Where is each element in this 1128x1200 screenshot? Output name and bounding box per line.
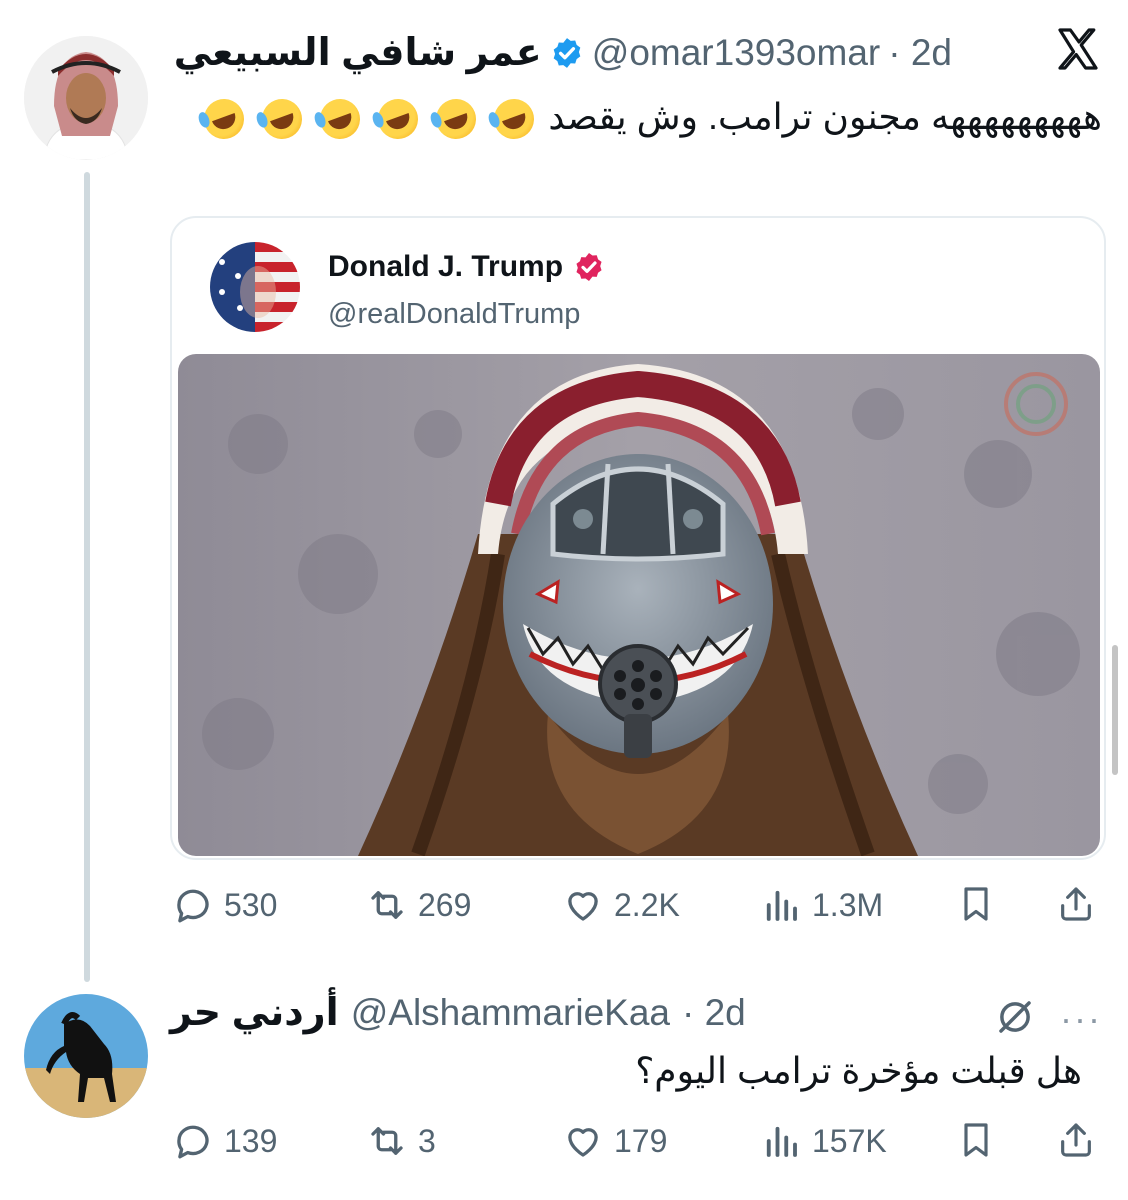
rolling-on-floor-laughing-emoji-icon — [372, 93, 424, 146]
fighter-jet-face-meme-image[interactable] — [178, 354, 1100, 856]
heart-icon — [568, 1128, 598, 1157]
quote-handle[interactable]: @realDonaldTrump — [328, 298, 580, 331]
post1-handle[interactable]: @omar1393omar — [592, 32, 880, 74]
post1-author-name[interactable]: عمر شافي السبيعي — [174, 30, 542, 75]
rolling-on-floor-laughing-emoji-icon — [314, 93, 366, 146]
views-count: 1.3M — [812, 886, 884, 923]
like-button[interactable]: 179 — [562, 1120, 667, 1162]
like-count: 2.2K — [614, 886, 680, 923]
post2-time: · 2d — [682, 991, 746, 1033]
reply-count: 530 — [224, 886, 278, 923]
quoted-post-card[interactable]: Donald J. Trump @realDonaldTrump — [170, 216, 1106, 860]
avatar-omar[interactable] — [24, 36, 148, 160]
reply-count: 139 — [224, 1122, 278, 1159]
grok-icon[interactable] — [994, 996, 1036, 1043]
flag-face-avatar-icon — [210, 242, 300, 332]
post1-text-content: هههههههههه مجنون ترامب. وش يقصد — [548, 96, 1102, 137]
share-button[interactable] — [1056, 1120, 1096, 1160]
post2-text: هل قبلت مؤخرة ترامب اليوم؟ — [635, 1050, 1082, 1091]
heart-icon — [568, 892, 598, 921]
reply-button[interactable]: 530 — [172, 884, 277, 926]
views-chart-icon — [766, 1126, 797, 1157]
repost-button[interactable]: 269 — [366, 884, 471, 926]
like-count: 179 — [614, 1122, 668, 1159]
rolling-on-floor-laughing-emoji-icon — [488, 93, 540, 146]
reply-icon — [177, 889, 209, 923]
post2-header: أردني حر @AlshammarieKaa · 2d — [170, 990, 746, 1035]
share-button[interactable] — [1056, 884, 1096, 924]
rolling-on-floor-laughing-emoji-icon — [256, 93, 308, 146]
rolling-on-floor-laughing-emoji-icon — [198, 93, 250, 146]
post1-header: · 2d @omar1393omar عمر شافي السبيعي — [174, 30, 952, 75]
trump-avatar — [210, 242, 300, 332]
repost-icon — [371, 1127, 403, 1155]
repost-count: 269 — [418, 886, 472, 923]
repost-button[interactable]: 3 — [366, 1120, 436, 1162]
avatar-ardni[interactable] — [24, 994, 148, 1118]
more-options-icon[interactable]: ··· — [1060, 998, 1102, 1040]
views-chart-icon — [766, 890, 797, 921]
post2-author-name[interactable]: أردني حر — [170, 990, 339, 1035]
reply-icon — [177, 1125, 209, 1159]
views-count: 157K — [812, 1122, 887, 1159]
bookmark-button[interactable] — [956, 1120, 996, 1160]
x-logo-icon[interactable] — [1054, 24, 1102, 86]
scrollbar[interactable] — [1112, 645, 1118, 775]
share-icon — [1061, 1123, 1091, 1157]
repost-icon — [371, 891, 403, 919]
verified-badge-icon — [576, 253, 602, 281]
repost-count: 3 — [418, 1122, 436, 1159]
views-button[interactable]: 157K — [760, 1120, 887, 1162]
rolling-on-floor-laughing-emoji-icon — [430, 93, 482, 146]
horse-avatar-icon — [24, 994, 148, 1118]
post2-handle[interactable]: @AlshammarieKaa — [351, 992, 670, 1034]
post1-time: · 2d — [888, 31, 952, 73]
quote-author-name[interactable]: Donald J. Trump — [328, 250, 563, 284]
share-icon — [1061, 887, 1091, 921]
bookmark-button[interactable] — [956, 884, 996, 924]
thread-connector-line — [84, 172, 90, 982]
like-button[interactable]: 2.2K — [562, 884, 680, 926]
bookmark-icon — [964, 887, 988, 921]
bookmark-icon — [964, 1123, 988, 1157]
post1-text: هههههههههه مجنون ترامب. وش يقصد — [172, 88, 1102, 146]
verified-badge-icon — [553, 37, 581, 68]
reply-button[interactable]: 139 — [172, 1120, 277, 1162]
person-avatar-icon — [24, 36, 148, 160]
views-button[interactable]: 1.3M — [760, 884, 883, 926]
